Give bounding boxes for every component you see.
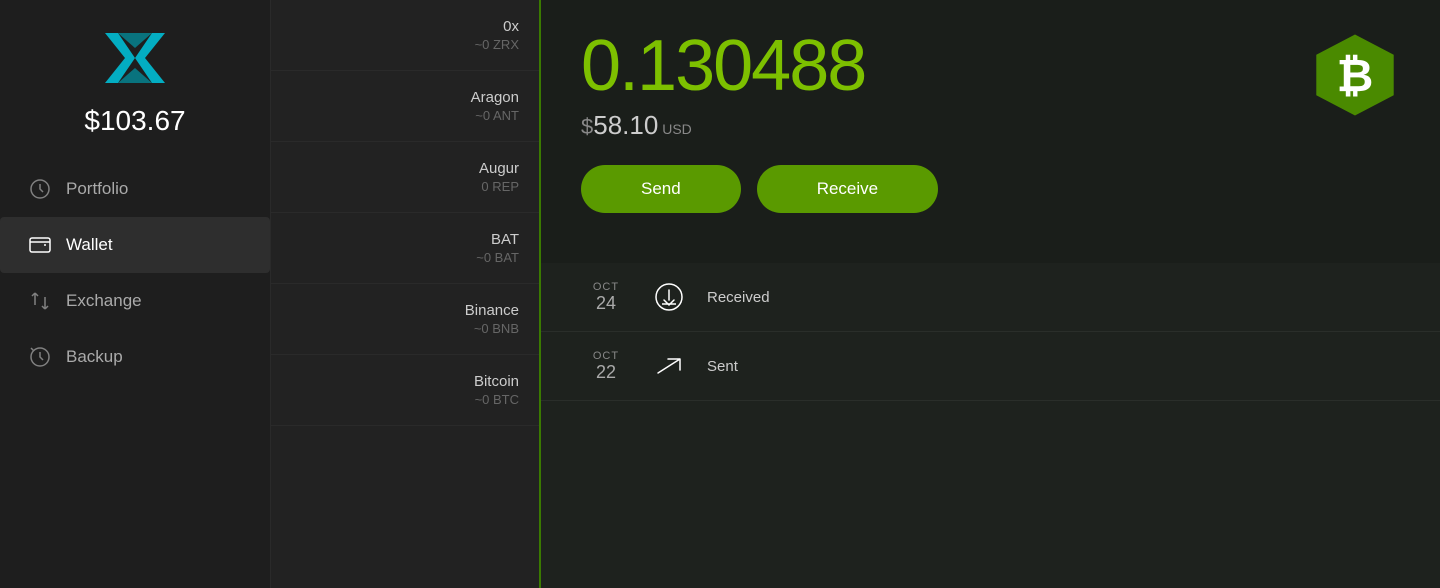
tx-date: OCT 22: [581, 350, 631, 383]
usd-balance: $58.10 USD: [581, 110, 938, 141]
coin-name: 0x: [291, 18, 519, 35]
tx-label: Received: [707, 289, 770, 306]
coin-name: Aragon: [291, 89, 519, 106]
tx-month: OCT: [581, 350, 631, 362]
coin-name: Augur: [291, 160, 519, 177]
sidebar-item-portfolio[interactable]: Portfolio: [0, 161, 270, 217]
coin-detail-panel: 0.130488 $58.10 USD Send Receive ₿: [541, 0, 1440, 588]
btc-hexagon-icon: ₿: [1310, 30, 1400, 120]
wallet-label: Wallet: [66, 235, 113, 255]
table-row[interactable]: OCT 24 Received: [541, 263, 1440, 332]
sidebar-item-wallet[interactable]: Wallet: [0, 217, 270, 273]
send-button[interactable]: Send: [581, 165, 741, 213]
backup-label: Backup: [66, 347, 123, 367]
list-item[interactable]: Aragon ~0 ANT: [271, 71, 539, 142]
coin-amount: ~0 BTC: [291, 392, 519, 407]
coin-amount: ~0 ANT: [291, 108, 519, 123]
backup-icon: [28, 345, 52, 369]
sidebar-item-backup[interactable]: Backup: [0, 329, 270, 385]
total-balance: $103.67: [84, 105, 185, 137]
coin-name: BAT: [291, 231, 519, 248]
coin-amount: ~0 ZRX: [291, 37, 519, 52]
tx-label: Sent: [707, 358, 738, 375]
usd-unit: USD: [658, 121, 691, 137]
svg-text:₿: ₿: [1337, 50, 1374, 101]
nav-items: Portfolio Wallet Exchange: [0, 161, 270, 385]
received-icon: [651, 279, 687, 315]
coin-amount: ~0 BNB: [291, 321, 519, 336]
sidebar-item-exchange[interactable]: Exchange: [0, 273, 270, 329]
list-item[interactable]: 0x ~0 ZRX: [271, 0, 539, 71]
btc-icon-container: ₿: [1310, 30, 1400, 125]
usd-amount: 58.10: [593, 110, 658, 140]
tx-day: 24: [581, 293, 631, 314]
action-buttons: Send Receive: [581, 165, 938, 213]
btc-balance: 0.130488: [581, 30, 938, 102]
transactions-list: OCT 24 Received OCT 22 Se: [541, 263, 1440, 588]
balance-section: 0.130488 $58.10 USD Send Receive: [581, 30, 938, 233]
portfolio-label: Portfolio: [66, 179, 128, 199]
tx-day: 22: [581, 362, 631, 383]
list-item[interactable]: Bitcoin ~0 BTC: [271, 355, 539, 426]
sidebar: $103.67 Portfolio Wallet Exchange: [0, 0, 271, 588]
exchange-icon: [28, 289, 52, 313]
clock-icon: [28, 177, 52, 201]
table-row[interactable]: OCT 22 Sent: [541, 332, 1440, 401]
coin-list: 0x ~0 ZRX Aragon ~0 ANT Augur 0 REP BAT …: [271, 0, 541, 588]
coin-amount: 0 REP: [291, 179, 519, 194]
list-item[interactable]: Binance ~0 BNB: [271, 284, 539, 355]
coin-name: Binance: [291, 302, 519, 319]
tx-month: OCT: [581, 281, 631, 293]
list-item[interactable]: Augur 0 REP: [271, 142, 539, 213]
detail-top: 0.130488 $58.10 USD Send Receive ₿: [581, 30, 1400, 233]
coin-detail-header: 0.130488 $58.10 USD Send Receive ₿: [541, 0, 1440, 263]
coin-amount: ~0 BAT: [291, 250, 519, 265]
tx-date: OCT 24: [581, 281, 631, 314]
coin-name: Bitcoin: [291, 373, 519, 390]
list-item[interactable]: BAT ~0 BAT: [271, 213, 539, 284]
exchange-label: Exchange: [66, 291, 142, 311]
dollar-sign: $: [581, 114, 593, 139]
wallet-icon: [28, 233, 52, 257]
logo: [100, 28, 170, 93]
receive-button[interactable]: Receive: [757, 165, 938, 213]
sent-icon: [651, 348, 687, 384]
